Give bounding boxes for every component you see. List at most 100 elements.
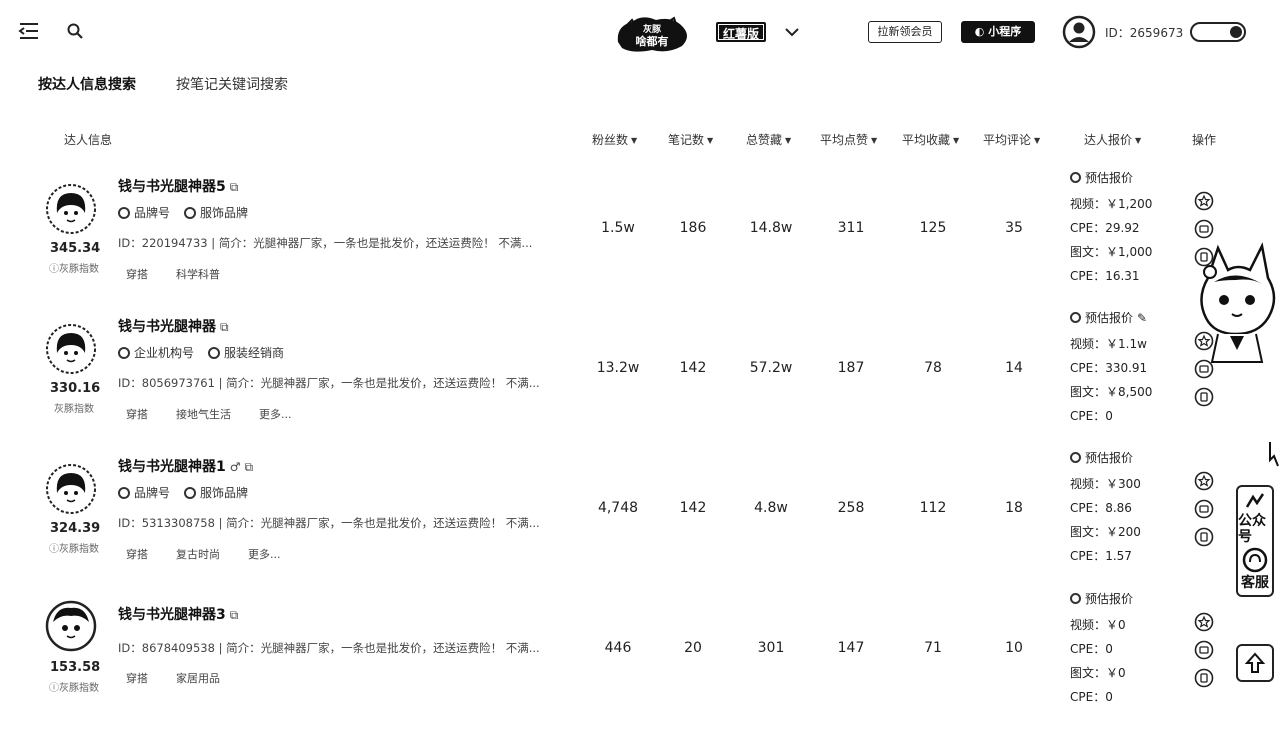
search-icon[interactable]	[66, 22, 84, 40]
top-bar: 灰豚 啥都有 红薯版 拉新领会员 ◐ 小程序 ID：2659673	[0, 0, 1280, 64]
influencer-description: ID：220194733 | 简介：光腿神器厂家，一条也是批发价，还送运费险！ …	[118, 236, 533, 250]
copy-icon[interactable]: ⧉	[220, 320, 229, 334]
col-header-quote[interactable]: 达人报价 ▼	[1084, 131, 1141, 148]
badge-category-text: 服饰品牌	[200, 486, 249, 500]
col-header-avg-likes[interactable]: 平均点赞 ▼	[820, 131, 877, 148]
avg-likes: 147	[837, 640, 865, 656]
account-type-icon	[118, 346, 130, 359]
back-to-top-button[interactable]	[1236, 644, 1274, 682]
more-tags-link[interactable]: 更多...	[240, 546, 289, 562]
avatar[interactable]	[45, 183, 97, 235]
influencer-description: ID：8056973761 | 简介：光腿神器厂家，一条也是批发价，还送运费险！…	[118, 376, 540, 390]
edition-badge[interactable]: 红薯版	[716, 22, 766, 42]
brand-logo[interactable]: 灰豚 啥都有	[612, 12, 692, 54]
compare-icon[interactable]	[1194, 499, 1214, 519]
compare-icon[interactable]	[1194, 219, 1214, 239]
detail-icon[interactable]	[1194, 527, 1214, 547]
chevron-down-icon[interactable]	[783, 23, 801, 41]
col-header-notes[interactable]: 笔记数 ▼	[668, 131, 713, 148]
badge-account-type-text: 品牌号	[134, 486, 171, 500]
wechat-official-icon[interactable]	[1244, 491, 1266, 511]
content-tag: 复古时尚	[176, 548, 220, 561]
col-header-likes[interactable]: 总赞藏 ▼	[746, 131, 791, 148]
avg-likes: 311	[837, 220, 865, 236]
badge-category-text: 服饰品牌	[200, 206, 249, 220]
invite-member-button[interactable]: 拉新领会员	[868, 21, 942, 43]
content-tags: 穿搭 复古时尚 更多...	[118, 546, 289, 562]
col-header-fans[interactable]: 粉丝数 ▼	[592, 131, 637, 148]
content-tag: 穿搭	[126, 672, 148, 685]
influencer-score: 153.58	[50, 660, 101, 675]
influencer-name[interactable]: 钱与书光腿神器1 ♂ ⧉	[118, 456, 253, 476]
info-icon	[1070, 593, 1081, 604]
account-badges: 企业机构号 服装经销商	[118, 344, 284, 361]
table-row[interactable]: 153.58 ⓘ灰豚指数 钱与书光腿神器3 ⧉ ID：8678409538 | 简…	[0, 584, 1280, 724]
mini-program-button[interactable]: ◐ 小程序	[961, 21, 1035, 43]
score-label: 灰豚指数	[44, 400, 104, 415]
likes-total: 14.8w	[749, 220, 793, 236]
notes-count: 142	[679, 500, 707, 516]
avatar[interactable]	[45, 323, 97, 375]
badge-category: 服饰品牌	[184, 204, 248, 221]
more-tags-link[interactable]: 更多...	[251, 406, 300, 422]
avg-comment: 18	[1005, 500, 1023, 516]
fans-count: 4,748	[597, 500, 639, 516]
avg-collect: 71	[924, 640, 942, 656]
avatar[interactable]	[45, 463, 97, 515]
detail-icon[interactable]	[1194, 668, 1214, 688]
category-icon	[208, 346, 221, 359]
influencer-score: 345.34	[50, 241, 101, 256]
influencer-name[interactable]: 钱与书光腿神器5 ⧉	[118, 176, 238, 196]
influencer-name[interactable]: 钱与书光腿神器 ⧉	[118, 316, 229, 336]
favorite-icon[interactable]	[1194, 191, 1214, 211]
avatar[interactable]	[45, 600, 97, 652]
col-header-ops: 操作	[1192, 133, 1217, 147]
badge-category-text: 服装经销商	[224, 346, 285, 360]
col-header-avg-comment[interactable]: 平均评论 ▼	[983, 131, 1040, 148]
avg-comment: 10	[1005, 640, 1023, 656]
avg-likes: 187	[837, 360, 865, 376]
mascot-illustration[interactable]	[1188, 238, 1280, 368]
edit-icon[interactable]: ✎	[1137, 311, 1147, 325]
quote-video: 视频：￥300	[1070, 477, 1141, 491]
content-tag: 穿搭	[126, 548, 148, 561]
influencer-name-text: 钱与书光腿神器	[118, 319, 216, 335]
table-row[interactable]: 324.39 ⓘ灰豚指数 钱与书光腿神器1 ♂ ⧉ 品牌号 服饰品牌 ID：5313…	[0, 443, 1280, 583]
copy-icon[interactable]: ⧉	[230, 608, 239, 622]
influencer-name[interactable]: 钱与书光腿神器3 ⧉	[118, 604, 238, 624]
col-header-avg-comment-label: 平均评论	[983, 133, 1032, 147]
tab-search-by-note-keyword[interactable]: 按笔记关键词搜索	[176, 74, 288, 94]
customer-service-icon[interactable]	[1242, 547, 1268, 573]
col-header-info: 达人信息	[64, 133, 113, 147]
logo-text-top: 灰豚	[643, 23, 662, 35]
customer-service-label[interactable]: 客服	[1241, 575, 1269, 591]
account-badges: 品牌号 服饰品牌	[118, 204, 248, 221]
copy-icon[interactable]: ⧉	[245, 460, 254, 474]
account-type-icon	[118, 486, 130, 499]
wechat-official-label[interactable]: 公众号	[1238, 513, 1272, 545]
col-header-avg-collect[interactable]: 平均收藏 ▼	[902, 131, 959, 148]
detail-icon[interactable]	[1194, 387, 1214, 407]
notes-count: 142	[679, 360, 707, 376]
tab-search-by-influencer[interactable]: 按达人信息搜索	[38, 74, 136, 94]
male-icon: ♂	[229, 460, 241, 474]
arrow-up-icon	[1244, 652, 1266, 673]
fans-count: 446	[604, 640, 632, 656]
quote-title: 预估报价	[1085, 311, 1134, 325]
col-header-avg-likes-label: 平均点赞	[820, 133, 869, 147]
user-avatar-icon[interactable]	[1062, 15, 1096, 49]
table-row[interactable]: 330.16 灰豚指数 钱与书光腿神器 ⧉ 企业机构号 服装经销商 ID：8056…	[0, 303, 1280, 443]
compare-icon[interactable]	[1194, 640, 1214, 660]
table-row[interactable]: 345.34 ⓘ灰豚指数 钱与书光腿神器5 ⧉ 品牌号 服饰品牌 ID：22019…	[0, 163, 1280, 303]
favorite-icon[interactable]	[1194, 471, 1214, 491]
theme-toggle[interactable]	[1190, 22, 1246, 42]
user-id-label: ID：2659673	[1105, 26, 1184, 40]
avg-comment: 35	[1005, 220, 1023, 236]
content-tags: 穿搭 科学科普	[118, 266, 228, 282]
menu-collapse-icon[interactable]	[18, 20, 40, 42]
badge-category: 服装经销商	[208, 344, 284, 361]
favorite-icon[interactable]	[1194, 612, 1214, 632]
content-tag: 穿搭	[126, 268, 148, 281]
copy-icon[interactable]: ⧉	[230, 180, 239, 194]
cursor-icon	[1269, 442, 1279, 467]
